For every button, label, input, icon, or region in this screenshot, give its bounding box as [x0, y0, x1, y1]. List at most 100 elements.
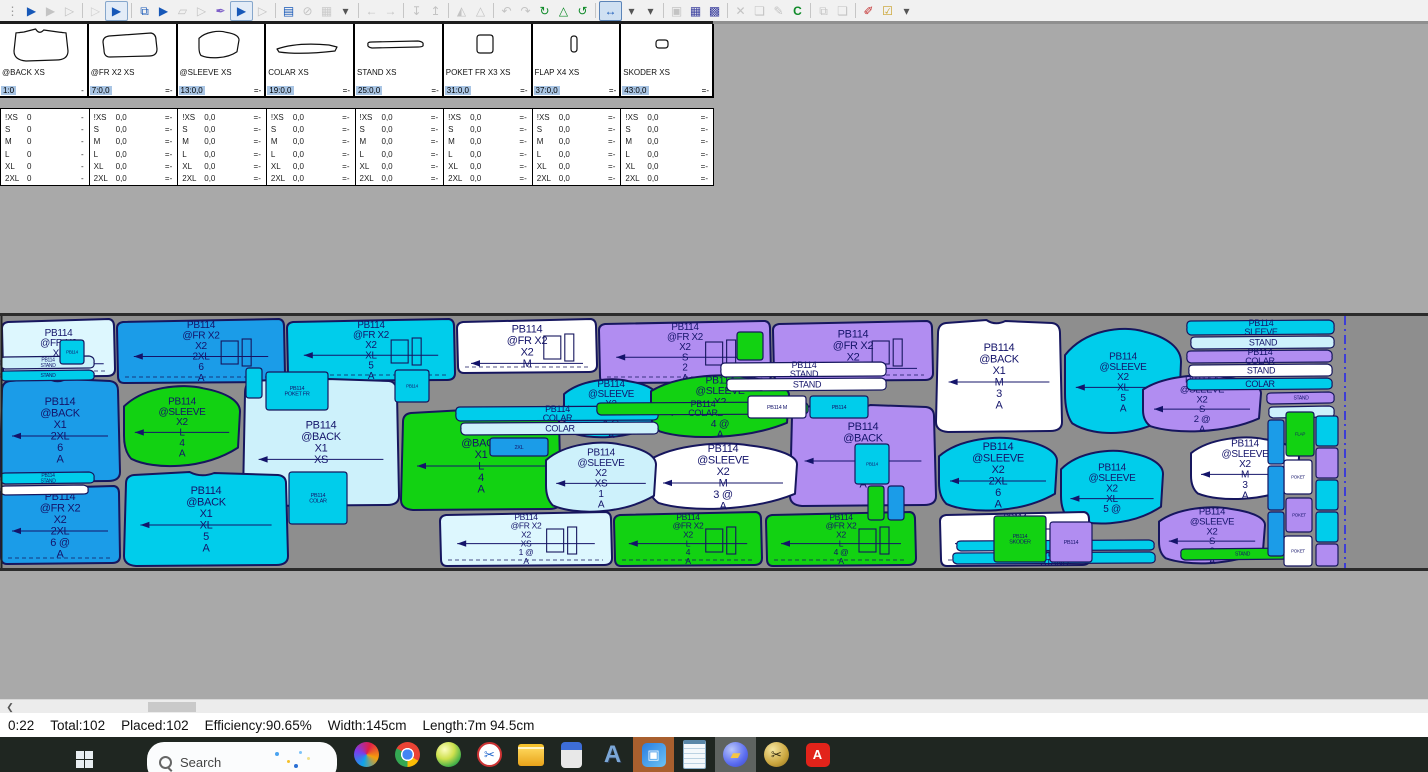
nav-forward-icon[interactable]: →	[381, 2, 400, 20]
library-piece-sleeve[interactable]: @SLEEVE XS13:0,0=-	[178, 24, 267, 96]
size-table-2[interactable]: !XS0,0=-S0,0=-M0,0=-L0,0=-XL0,0=-2XL0,0=…	[178, 109, 267, 185]
size-table-3[interactable]: !XS0,0=-S0,0=-M0,0=-L0,0=-XL0,0=-2XL0,0=…	[267, 109, 356, 185]
marker-piece-back-m[interactable]: PB114@BACKX1M3A	[936, 320, 1062, 432]
mirror-icon[interactable]: ◭	[452, 2, 471, 20]
marker-piece-bar[interactable]: STAND	[1191, 336, 1334, 349]
rotate-ccw-icon[interactable]: ↶	[497, 2, 516, 20]
marker-piece-rect[interactable]	[868, 486, 884, 520]
link-pieces-icon[interactable]: ⧉	[814, 2, 833, 20]
taskbar-icon-calculator[interactable]	[551, 737, 592, 772]
scroll-left-arrow-icon[interactable]: ❮	[2, 701, 18, 713]
marker-piece-rect[interactable]	[1316, 416, 1338, 446]
taskbar-icon-notepad[interactable]	[674, 737, 715, 772]
run-list-icon[interactable]: ▷	[253, 2, 272, 20]
marker-piece-back-xl[interactable]: PB114@BACKX1XL5A	[124, 472, 288, 566]
move-down-icon[interactable]: ↧	[407, 2, 426, 20]
refresh-icon[interactable]: C	[788, 2, 807, 20]
marker-piece-rect[interactable]: PB114	[855, 444, 889, 484]
marker-piece-colar[interactable]: PB114COLAR	[1187, 347, 1332, 366]
marker-piece-rect[interactable]	[1268, 420, 1284, 464]
move-up-icon[interactable]: ↥	[426, 2, 445, 20]
run-pieces-icon[interactable]: ▶	[154, 2, 173, 20]
marker-piece-colar[interactable]: PB114COLAR	[289, 472, 347, 524]
delete-icon[interactable]: ✕	[731, 2, 750, 20]
marker-piece-sleeve-xs[interactable]: PB114@SLEEVEX2XS1A	[546, 443, 656, 512]
marker-piece-rect[interactable]	[1268, 466, 1284, 510]
marker-piece-rect[interactable]: POKET	[1286, 498, 1312, 532]
rotate-point-icon[interactable]: ↺	[573, 2, 592, 20]
rotate-angle-icon[interactable]: △	[554, 2, 573, 20]
auto-run-icon[interactable]: ▷	[192, 2, 211, 20]
marker-piece-rect[interactable]	[888, 486, 904, 520]
marker-piece-rect[interactable]	[1316, 480, 1338, 510]
marker-piece-rect[interactable]	[737, 332, 763, 360]
marker-piece-poketfr[interactable]: PB114POKET FR	[266, 372, 328, 410]
marker-piece-frx2-l[interactable]: PB114@FR X2X2L4A	[614, 512, 762, 566]
slide-icon[interactable]: ↔	[599, 1, 622, 21]
marker-piece-bar[interactable]: COLAR	[461, 422, 658, 435]
marker-canvas[interactable]: PB114@FR X2X2XSPB114@FR X2X22XL6APB114@F…	[0, 316, 1428, 568]
rotate-piece-icon[interactable]: ✒	[211, 2, 230, 20]
marker-piece-stand[interactable]: PB114STAND	[721, 360, 886, 379]
taskbar-icon-copilot[interactable]	[346, 737, 387, 772]
library-piece-colar[interactable]: COLAR XS19:0,0=-	[266, 24, 355, 96]
marker-piece-bar[interactable]	[1, 485, 88, 495]
marker-piece-frx2-2xl[interactable]: PB114@FR X2X22XL6 @A	[0, 486, 120, 564]
edit-sheet-icon[interactable]: ✎	[769, 2, 788, 20]
lock-table-icon[interactable]: ▣	[667, 2, 686, 20]
toolbar-drag-handle[interactable]: ⋮	[3, 2, 22, 20]
marker-piece-rect[interactable]: FLAP	[1286, 412, 1314, 456]
marker-piece-sleeve-2xl[interactable]: PB114@SLEEVEX22XL6A	[939, 438, 1057, 511]
marker-piece-rect[interactable]: PB114	[810, 396, 868, 418]
scrollbar-thumb[interactable]	[148, 702, 196, 712]
marker-piece-bar[interactable]: STAND	[1189, 364, 1332, 377]
marker-piece-skoder[interactable]: PB114SKODER	[994, 516, 1046, 562]
marker-piece-bar[interactable]: STAND	[1, 370, 94, 381]
annotate-pen-icon[interactable]: ✐	[859, 2, 878, 20]
marker-piece-sleeve[interactable]: PB114SLEEVE	[1187, 318, 1334, 337]
rotate-cw-icon[interactable]: ↷	[516, 2, 535, 20]
slide-dropdown-icon[interactable]: ▾	[622, 2, 641, 20]
library-piece-flap[interactable]: FLAP X4 XS37:0,0=-	[533, 24, 622, 96]
new-marker-icon[interactable]: ⧉	[135, 2, 154, 20]
tools-dropdown-icon[interactable]: ▾	[641, 2, 660, 20]
library-piece-skoder[interactable]: SKODER XS43:0,0=-	[621, 24, 714, 96]
library-piece-stand[interactable]: STAND XS25:0,0=-	[355, 24, 444, 96]
taskbar-icon-browser-sphere[interactable]	[428, 737, 469, 772]
marker-piece-rect[interactable]: PB114	[395, 370, 429, 402]
order-table-icon[interactable]: ▤	[279, 2, 298, 20]
size-table-1[interactable]: !XS0,0=-S0,0=-M0,0=-L0,0=-XL0,0=-2XL0,0=…	[90, 109, 179, 185]
taskbar-icon-file-explorer[interactable]	[510, 737, 551, 772]
end-dropdown-icon[interactable]: ▾	[897, 2, 916, 20]
run-nest-disabled-icon[interactable]: ▶	[41, 2, 60, 20]
marker-piece-frx2-m[interactable]: PB114@FR X2X2M	[457, 319, 597, 373]
pieces-queue-icon[interactable]: ▱	[173, 2, 192, 20]
taskbar-search[interactable]: Search	[147, 742, 337, 772]
marker-piece-stand[interactable]: PB114STAND	[1, 472, 94, 484]
marker-piece-back-2xl[interactable]: PB114@BACKX12XL6A	[0, 378, 120, 482]
measure-grid-icon[interactable]: ▩	[705, 2, 724, 20]
size-table-0[interactable]: !XS0-S0-M0-L0-XL0-2XL0-	[1, 109, 90, 185]
rotate-free-icon[interactable]: ↻	[535, 2, 554, 20]
approve-table-icon[interactable]: ▦	[317, 2, 336, 20]
library-piece-fr[interactable]: @FR X2 XS7:0,0=-	[89, 24, 178, 96]
marker-piece-rect[interactable]: 2XL	[490, 438, 548, 456]
marker-piece-rect[interactable]	[246, 368, 262, 398]
marker-piece-rect[interactable]	[1316, 448, 1338, 478]
step-nest-icon[interactable]: ▷	[60, 2, 79, 20]
marker-piece-frx2-xs[interactable]: PB114@FR X2X2XS1 @A	[440, 512, 612, 566]
taskbar-icon-acrobat[interactable]: A	[797, 737, 838, 772]
taskbar-icon-snipping[interactable]: ✂	[469, 737, 510, 772]
size-table-7[interactable]: !XS0,0=-S0,0=-M0,0=-L0,0=-XL0,0=-2XL0,0=…	[621, 109, 713, 185]
marker-piece-rect[interactable]: PB114	[1050, 522, 1092, 562]
library-piece-poket[interactable]: POKET FR X3 XS31:0,0=-	[444, 24, 533, 96]
horizontal-scrollbar[interactable]: ❮	[0, 699, 1428, 713]
run-info-icon[interactable]: ▶	[230, 1, 253, 21]
stamp-icon[interactable]: ❏	[750, 2, 769, 20]
marker-piece-rect[interactable]: PB114	[60, 340, 84, 364]
taskbar-icon-letter-a[interactable]: A	[592, 737, 633, 772]
run-panel-icon[interactable]: ▶	[105, 1, 128, 21]
step-dashed-icon[interactable]: ▷	[86, 2, 105, 20]
marker-nesting-area[interactable]: PB114@FR X2X2XSPB114@FR X2X22XL6APB114@F…	[0, 313, 1428, 571]
size-table-6[interactable]: !XS0,0=-S0,0=-M0,0=-L0,0=-XL0,0=-2XL0,0=…	[533, 109, 622, 185]
